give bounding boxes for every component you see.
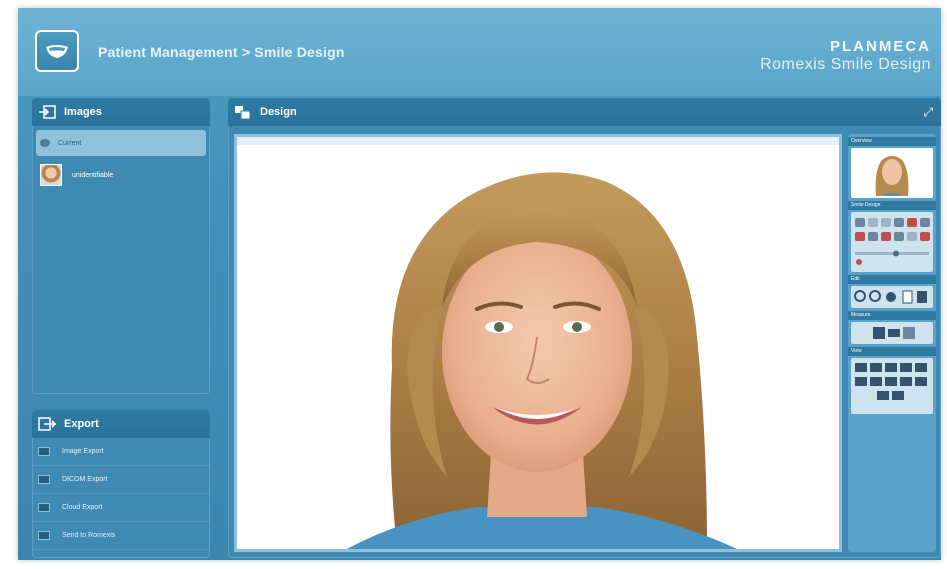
tool-section-view: View xyxy=(848,347,936,356)
image-item-label: Current xyxy=(58,139,82,147)
patient-photo xyxy=(347,172,737,549)
design-icon xyxy=(234,105,252,120)
image-item-label: unidentifiable xyxy=(72,171,114,179)
export-item-label: Image Export xyxy=(62,448,104,455)
export-item-label: Send to Romexis xyxy=(62,532,116,539)
tool-section-measure: Measure xyxy=(848,311,936,320)
design-panel-header: Design xyxy=(228,98,941,126)
zoom-tool-icons xyxy=(854,290,927,304)
image-icon xyxy=(40,139,50,147)
overview-face-icon xyxy=(875,156,909,196)
header-bar: Patient Management > Smile Design PLANME… xyxy=(18,8,941,96)
design-panel: Design ⤢ Overview Smile Design Edit Meas… xyxy=(228,98,941,558)
smile-design-tools[interactable] xyxy=(851,212,933,272)
tool-section-overview: Overview xyxy=(848,137,936,146)
tool-section-smile-design: Smile Design xyxy=(848,201,936,210)
export-panel: Export Image Export DICOM Export Cloud E… xyxy=(32,410,210,558)
image-item-patient[interactable]: unidentifiable xyxy=(36,162,206,188)
design-panel-title: Design xyxy=(260,106,297,118)
measure-icons xyxy=(873,327,915,339)
expand-icon[interactable]: ⤢ xyxy=(923,105,933,120)
export-item-label: DICOM Export xyxy=(62,476,108,483)
export-item-cloud[interactable]: Cloud Export xyxy=(32,494,210,522)
tools-sidebar: Overview Smile Design Edit Measure View xyxy=(848,134,936,552)
export-panel-title: Export xyxy=(64,418,99,430)
view-thumbnail-icons xyxy=(855,363,927,400)
export-item-dicom[interactable]: DICOM Export xyxy=(32,466,210,494)
import-icon xyxy=(38,105,56,119)
images-panel: Images Current unidentifiable xyxy=(32,98,210,394)
images-panel-header: Images xyxy=(32,98,210,126)
patient-thumbnail xyxy=(40,164,62,186)
design-canvas[interactable] xyxy=(234,134,842,552)
export-item-image[interactable]: Image Export xyxy=(32,438,210,466)
overview-thumbnail[interactable] xyxy=(851,148,933,198)
edit-tools[interactable] xyxy=(851,286,933,308)
view-tools[interactable] xyxy=(851,358,933,414)
images-panel-title: Images xyxy=(64,106,102,118)
export-item-label: Cloud Export xyxy=(62,504,103,511)
tool-section-edit: Edit xyxy=(848,275,936,284)
export-item-icon xyxy=(38,447,50,456)
brand-logo: PLANMECA Romexis Smile Design xyxy=(760,38,931,74)
export-icon xyxy=(38,417,57,431)
measure-tools[interactable] xyxy=(851,322,933,344)
export-item-icon xyxy=(38,531,50,540)
export-item-icon xyxy=(38,475,50,484)
image-item-current[interactable]: Current xyxy=(36,130,206,156)
export-item-romexis[interactable]: Send to Romexis xyxy=(32,522,210,550)
product-name: Romexis Smile Design xyxy=(760,56,931,73)
smile-logo-icon[interactable] xyxy=(35,30,79,72)
app-window: Patient Management > Smile Design PLANME… xyxy=(18,8,941,560)
brand-name: PLANMECA xyxy=(830,38,931,55)
page-title: Patient Management > Smile Design xyxy=(98,44,345,60)
smile-tool-grid-icon xyxy=(855,218,930,265)
export-panel-header: Export xyxy=(32,410,210,438)
export-item-icon xyxy=(38,503,50,512)
